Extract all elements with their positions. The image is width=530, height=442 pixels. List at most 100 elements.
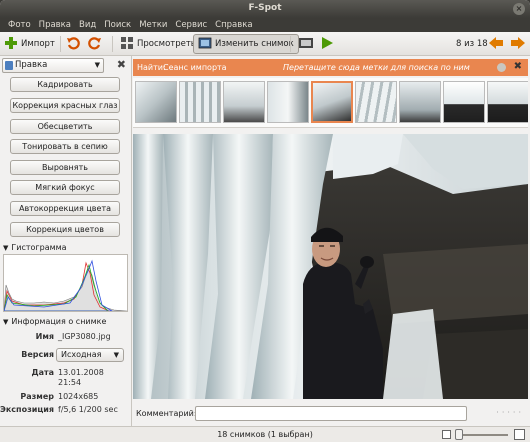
slideshow-button[interactable] xyxy=(320,34,337,54)
histogram-header[interactable]: ▼ Гистограмма xyxy=(3,243,67,252)
app-window: F-Spot × Фото Правка Вид Поиск Метки Сер… xyxy=(0,0,530,442)
red-eye-button[interactable]: Коррекция красных глаз xyxy=(10,98,120,113)
soft-focus-button[interactable]: Мягкий фокус xyxy=(10,180,120,195)
import-label: Импорт xyxy=(21,39,55,49)
auto-color-button[interactable]: Автокоррекция цвета xyxy=(10,201,120,216)
thumbnail[interactable] xyxy=(267,81,309,123)
filmstrip xyxy=(133,78,528,128)
next-photo-button[interactable] xyxy=(510,34,529,54)
close-find-icon[interactable]: ✖ xyxy=(514,61,522,72)
close-window-icon[interactable]: × xyxy=(513,3,525,15)
menu-edit[interactable]: Правка xyxy=(35,18,75,32)
menu-photo[interactable]: Фото xyxy=(4,18,35,32)
toolbar-separator xyxy=(290,36,291,52)
sidebar: Правка ▼ ✖ Кадрировать Коррекция красных… xyxy=(0,56,132,426)
zoom-in-icon[interactable] xyxy=(514,429,525,440)
info-name-row: Имя _IGP3080.jpg xyxy=(0,332,132,344)
find-bar: Найти: Сеанс импорта Перетащите сюда мет… xyxy=(133,59,528,76)
arrow-left-icon xyxy=(488,36,504,53)
info-time-value: 21:54 xyxy=(58,378,82,387)
rotate-left-icon xyxy=(66,36,80,53)
version-value: Исходная xyxy=(61,350,102,359)
find-tag-import-session[interactable]: Сеанс импорта xyxy=(163,63,227,72)
info-exposure-label: Экспозиция xyxy=(0,405,54,414)
find-drop-hint: Перетащите сюда метки для поиска по ним xyxy=(283,63,470,72)
zoom-slider-track[interactable] xyxy=(458,434,508,436)
film-icon xyxy=(298,36,314,53)
sidebar-header: Правка ▼ ✖ xyxy=(2,58,128,74)
info-date-label: Дата xyxy=(31,368,54,377)
thumbnail[interactable] xyxy=(487,81,528,123)
zoom-out-icon[interactable] xyxy=(442,430,451,439)
expander-down-icon: ▼ xyxy=(3,318,9,326)
rotate-left-button[interactable] xyxy=(66,34,83,54)
photo-view[interactable] xyxy=(133,134,528,399)
comment-label: Комментарий: xyxy=(136,409,197,418)
photo-info-title: Информация о снимке xyxy=(11,317,107,326)
fullscreen-button[interactable] xyxy=(298,34,317,54)
expander-down-icon: ▼ xyxy=(3,244,9,252)
comment-bar: Комментарий: ····· xyxy=(133,406,528,422)
histogram-title: Гистограмма xyxy=(11,243,67,252)
thumbnail[interactable] xyxy=(135,81,177,123)
sidebar-mode-value: Правка xyxy=(15,60,48,70)
info-size-value: 1024x685 xyxy=(58,392,99,401)
title-bar: F-Spot × xyxy=(0,0,530,18)
play-icon xyxy=(320,36,334,53)
thumbnail[interactable] xyxy=(355,81,397,123)
status-bar: 18 снимков (1 выбран) xyxy=(0,426,530,442)
browse-grid-icon xyxy=(120,36,134,53)
info-version-row: Версия Исходная ▼ xyxy=(0,348,132,363)
edit-photo-button[interactable]: Изменить снимок xyxy=(193,34,299,54)
thumbnail[interactable] xyxy=(223,81,265,123)
color-correction-button[interactable]: Коррекция цветов xyxy=(10,222,120,237)
previous-photo-button[interactable] xyxy=(488,34,507,54)
menu-view[interactable]: Вид xyxy=(75,18,100,32)
resize-grip-icon[interactable]: ····· xyxy=(496,408,524,417)
photo-counter: 8 из 18 xyxy=(456,39,488,49)
toolbar-separator xyxy=(60,36,61,52)
menu-help[interactable]: Справка xyxy=(211,18,256,32)
thumbnail[interactable] xyxy=(179,81,221,123)
thumbnail[interactable] xyxy=(399,81,441,123)
info-name-label: Имя xyxy=(35,332,54,341)
close-sidebar-icon[interactable]: ✖ xyxy=(117,58,126,71)
menu-find[interactable]: Поиск xyxy=(100,18,135,32)
browse-button[interactable]: Просмотреть xyxy=(120,34,196,54)
zoom-slider-handle[interactable] xyxy=(455,429,463,440)
straighten-button[interactable]: Выровнять xyxy=(10,160,120,175)
comment-input[interactable] xyxy=(195,406,467,421)
browse-label: Просмотреть xyxy=(137,39,196,49)
info-date-row: Дата 13.01.2008 21:54 xyxy=(0,368,132,390)
arrow-right-icon xyxy=(510,36,526,53)
find-label: Найти: xyxy=(137,63,166,72)
info-size-label: Размер xyxy=(20,392,54,401)
desaturate-button[interactable]: Обесцветить xyxy=(10,119,120,134)
menu-bar: Фото Правка Вид Поиск Метки Сервис Справ… xyxy=(0,18,530,32)
menu-tools[interactable]: Сервис xyxy=(171,18,211,32)
sidebar-mode-select[interactable]: Правка ▼ xyxy=(2,58,104,73)
toolbar-separator xyxy=(112,36,113,52)
sepia-button[interactable]: Тонировать в сепию xyxy=(10,139,120,154)
edit-photo-label: Изменить снимок xyxy=(215,39,294,49)
info-date-value: 13.01.2008 xyxy=(58,368,104,377)
toolbar: Импорт Просмотреть Изменить снимок 8 из … xyxy=(0,32,530,56)
info-version-label: Версия xyxy=(21,350,54,359)
clear-find-icon[interactable] xyxy=(497,63,506,72)
rotate-right-button[interactable] xyxy=(88,34,105,54)
version-select[interactable]: Исходная ▼ xyxy=(56,348,124,362)
chevron-down-icon: ▼ xyxy=(113,351,119,359)
info-exposure-value: f/5,6 1/200 sec xyxy=(58,405,118,414)
edit-icon xyxy=(5,61,13,70)
thumbnail-selected[interactable] xyxy=(311,81,353,123)
info-name-value: _IGP3080.jpg xyxy=(58,332,111,341)
menu-tags[interactable]: Метки xyxy=(135,18,171,32)
info-exposure-row: Экспозиция f/5,6 1/200 sec xyxy=(0,405,132,417)
window-title: F-Spot xyxy=(248,3,282,13)
import-button[interactable]: Импорт xyxy=(4,34,55,54)
edit-photo-icon xyxy=(198,36,212,53)
photo-info-header[interactable]: ▼ Информация о снимке xyxy=(3,317,106,326)
crop-button[interactable]: Кадрировать xyxy=(10,77,120,92)
thumbnail[interactable] xyxy=(443,81,485,123)
info-size-row: Размер 1024x685 xyxy=(0,392,132,404)
